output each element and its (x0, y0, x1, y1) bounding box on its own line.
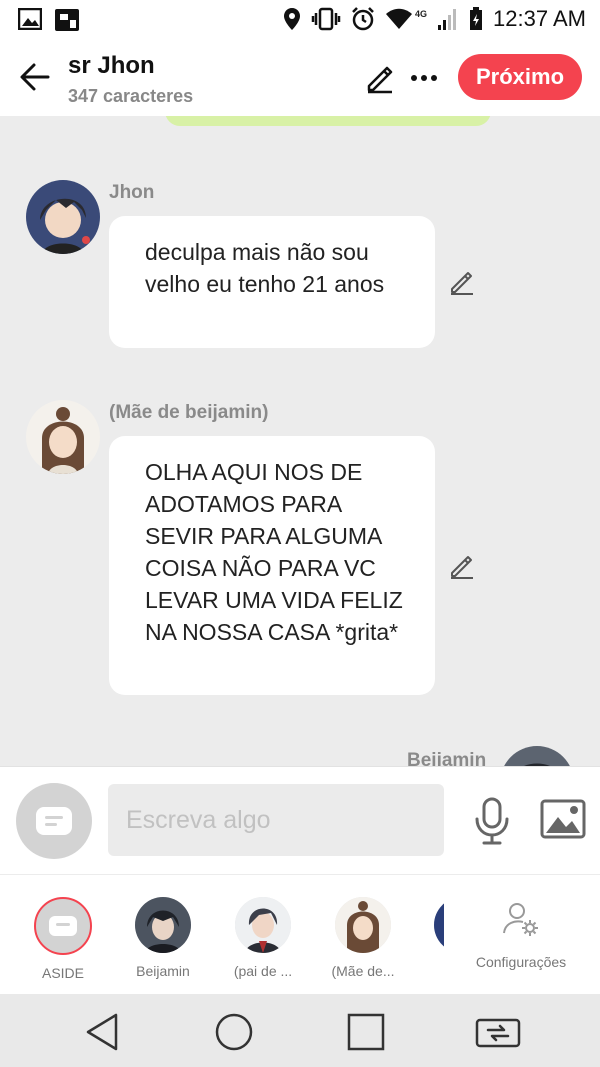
beijamin-avatar-image (135, 897, 191, 953)
triangle-back-icon (86, 1013, 118, 1051)
aside-toggle-button[interactable] (16, 783, 92, 859)
pai-avatar-image (235, 897, 291, 953)
partial-avatar-image (434, 897, 444, 953)
more-options-button[interactable] (408, 62, 440, 94)
switch-apps-icon (475, 1018, 521, 1048)
system-nav-bar (0, 994, 600, 1067)
user-settings-icon (503, 903, 538, 936)
image-icon (540, 799, 586, 839)
avatar (235, 897, 291, 953)
alarm-icon (352, 7, 374, 31)
speech-bubble-icon (49, 916, 77, 936)
speaker-name: Beijamin (407, 750, 487, 766)
pencil-icon (367, 66, 393, 94)
message-input[interactable] (108, 784, 444, 856)
avatar[interactable] (500, 746, 574, 766)
previous-message-bubble (165, 116, 491, 126)
aside-avatar (34, 897, 92, 955)
pencil-icon (451, 272, 473, 295)
edit-message-button[interactable] (448, 552, 476, 580)
message-bubble[interactable]: OLHA AQUI NOS DE ADOTAMOS PARA SEVIR PAR… (109, 436, 435, 695)
microphone-icon (475, 797, 509, 845)
speaker-name: (Mãe de beijamin) (109, 402, 269, 423)
character-label: (Mãe de... (331, 963, 395, 979)
pencil-icon (451, 556, 473, 579)
character-pai[interactable]: (pai de ... (218, 897, 308, 979)
character-partial[interactable] (418, 897, 444, 953)
page-title: sr Jhon (68, 52, 155, 79)
chat-area[interactable]: Jhon deculpa mais não sou velho eu tenho… (0, 116, 600, 766)
square-recents-icon (347, 1013, 385, 1051)
back-button[interactable] (18, 60, 52, 94)
location-icon (284, 8, 301, 30)
avatar (135, 897, 191, 953)
arrow-left-icon (20, 63, 50, 91)
message-text: OLHA AQUI NOS DE ADOTAMOS PARA SEVIR PAR… (145, 459, 403, 645)
avatar (434, 897, 444, 953)
nav-switch-button[interactable] (474, 1010, 522, 1054)
avatar[interactable] (26, 180, 100, 254)
character-count: 347 caracteres (68, 86, 194, 106)
character-label: (pai de ... (233, 963, 293, 979)
mae-avatar-image (26, 400, 100, 474)
attach-image-button[interactable] (540, 799, 586, 839)
vibrate-icon (311, 7, 341, 31)
edit-title-button[interactable] (364, 62, 396, 94)
nav-back-button[interactable] (82, 1010, 126, 1054)
message-text: deculpa mais não sou velho eu tenho 21 a… (145, 239, 385, 297)
more-dots-icon (411, 75, 437, 81)
character-label: Beijamin (136, 963, 190, 979)
character-beijamin[interactable]: Beijamin (118, 897, 208, 979)
character-mae[interactable]: (Mãe de... (318, 897, 408, 979)
message-input-bar (0, 766, 600, 874)
wifi-icon (386, 8, 413, 29)
beijamin-avatar-image (500, 746, 574, 766)
network-type: 4G (415, 9, 428, 19)
circle-home-icon (215, 1013, 253, 1051)
signal-icon (438, 9, 457, 30)
mae-avatar-image (335, 897, 391, 953)
edit-message-button[interactable] (448, 268, 476, 296)
message-bubble[interactable]: deculpa mais não sou velho eu tenho 21 a… (109, 216, 435, 348)
nav-home-button[interactable] (212, 1010, 256, 1054)
clock: 12:37 AM (493, 6, 586, 31)
settings-label: Configurações (475, 954, 567, 970)
character-aside[interactable]: ASIDE (18, 897, 108, 981)
character-selector: ASIDE Beijamin (pai de ... (Mãe de... Co… (0, 874, 600, 994)
settings-button[interactable]: Configurações (466, 899, 576, 970)
notification-icon (55, 9, 79, 31)
avatar[interactable] (26, 400, 100, 474)
gallery-icon (18, 8, 42, 30)
next-button[interactable]: Próximo (458, 54, 582, 100)
header: sr Jhon 347 caracteres Próximo (0, 40, 600, 116)
character-label: ASIDE (41, 965, 84, 981)
voice-input-button[interactable] (472, 797, 512, 845)
jhon-avatar-image (26, 180, 100, 254)
speaker-name: Jhon (109, 182, 155, 203)
battery-icon (470, 7, 483, 30)
status-bar: 4G 12:37 AM (0, 0, 600, 40)
nav-recents-button[interactable] (344, 1010, 388, 1054)
avatar (335, 897, 391, 953)
speech-bubble-icon (36, 807, 72, 835)
